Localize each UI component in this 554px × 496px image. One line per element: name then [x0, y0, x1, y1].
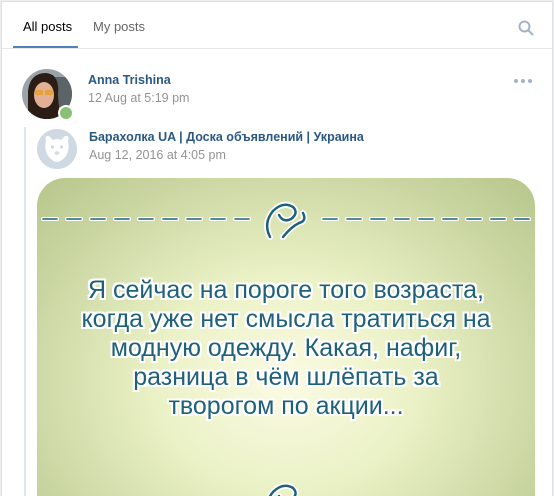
repost: Барахолка UA | Доска объявлений | Украин…: [24, 127, 536, 496]
quote-line: творогом по акции...: [168, 392, 404, 420]
quote-line: когда уже нет смысла тратиться на: [81, 305, 491, 333]
quote-image[interactable]: Я сейчас на пороге того возраста, когда …: [37, 178, 535, 496]
ornament-divider: [266, 482, 299, 496]
ornament-icon: [266, 482, 299, 496]
ornament-icon: [264, 201, 308, 240]
quote-text: Я сейчас на пороге того возраста, когда …: [37, 276, 535, 421]
feed-tabs: All posts My posts: [2, 2, 552, 49]
ornament-divider: [41, 201, 531, 240]
feed-card: All posts My posts Anna Trishina 12 Aug …: [1, 1, 553, 496]
tab-all-posts[interactable]: All posts: [23, 19, 72, 34]
repost-source-name[interactable]: Барахолка UA | Доска объявлений | Украин…: [89, 130, 364, 144]
search-icon[interactable]: [518, 20, 534, 36]
quote-line: модную одежду. Какая, нафиг,: [110, 334, 462, 362]
quote-line: разница в чём шлёпать за: [133, 363, 439, 391]
tab-my-posts[interactable]: My posts: [93, 19, 145, 34]
quote-line: Я сейчас на пороге того возраста,: [88, 276, 484, 304]
post-date[interactable]: 12 Aug at 5:19 pm: [88, 91, 189, 105]
more-icon[interactable]: [513, 78, 533, 84]
post-author-name[interactable]: Anna Trishina: [88, 73, 171, 87]
dog-avatar-icon[interactable]: [37, 129, 77, 169]
online-indicator: [58, 105, 74, 121]
active-tab-indicator: [13, 46, 78, 48]
repost-date[interactable]: Aug 12, 2016 at 4:05 pm: [89, 148, 226, 162]
